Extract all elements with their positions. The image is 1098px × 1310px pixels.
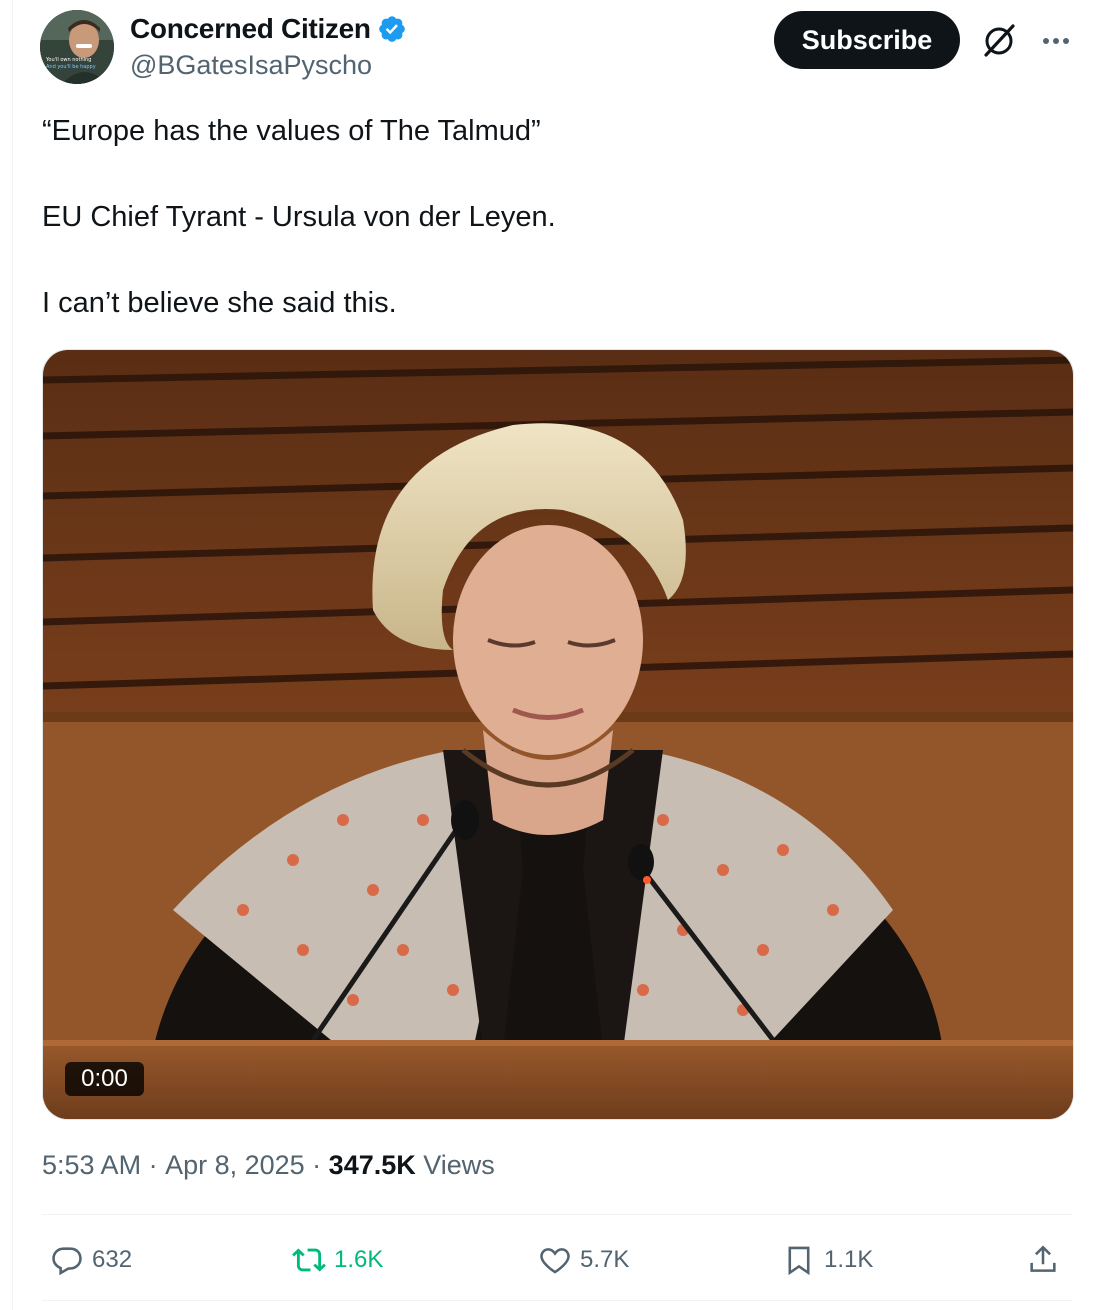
tweet-line-comment: I can’t believe she said this. [42,287,397,319]
video-timestamp: 0:00 [65,1062,144,1096]
repost-button[interactable]: 1.6K [292,1238,383,1282]
tweet-meta: 5:53 AM · Apr 8, 2025 · 347.5K Views [42,1150,495,1181]
reply-count: 632 [92,1246,133,1273]
post-time[interactable]: 5:53 AM [42,1150,141,1181]
share-button[interactable] [1026,1238,1060,1282]
author-avatar[interactable]: You'll own nothing And you'll be happy [40,10,114,84]
avatar-caption-1: You'll own nothing [45,57,91,63]
like-button[interactable]: 5.7K [538,1238,629,1282]
grok-icon[interactable] [980,22,1018,60]
subscribe-button[interactable]: Subscribe [774,11,960,69]
like-count: 5.7K [580,1246,630,1273]
reply-button[interactable]: 632 [50,1238,132,1282]
repost-count: 1.6K [334,1246,384,1273]
tweet-line-quote: “Europe has the values of The Talmud” [42,115,541,147]
views-count[interactable]: 347.5K [329,1150,416,1181]
bookmark-count: 1.1K [824,1246,874,1273]
meta-separator: · [141,1150,166,1180]
author-display-name[interactable]: Concerned Citizen [130,13,371,45]
repost-icon [292,1248,326,1272]
video-frame [43,350,1073,1119]
post-date[interactable]: Apr 8, 2025 [165,1150,305,1181]
more-icon[interactable] [1036,24,1076,58]
heart-icon [540,1248,570,1274]
bookmark-icon [788,1246,810,1276]
verified-badge-icon[interactable] [377,14,407,44]
share-icon [1030,1245,1056,1272]
author-name-row[interactable]: Concerned Citizen [130,12,407,46]
divider-top [42,1214,1072,1215]
bookmark-button[interactable]: 1.1K [782,1238,873,1282]
tweet-text: “Europe has the values of The Talmud” EU… [42,110,1062,325]
tweet-line-attribution: EU Chief Tyrant - Ursula von der Leyen. [42,201,556,233]
views-label: Views [415,1150,495,1180]
divider-bottom [42,1300,1072,1301]
meta-separator: · [304,1150,329,1180]
avatar-image: You'll own nothing And you'll be happy [40,10,114,84]
author-handle[interactable]: @BGatesIsaPyscho [130,50,372,81]
video-player[interactable]: 0:00 [42,349,1074,1120]
avatar-caption-2: And you'll be happy [46,64,96,70]
column-border [12,0,13,1310]
reply-icon [52,1247,82,1276]
